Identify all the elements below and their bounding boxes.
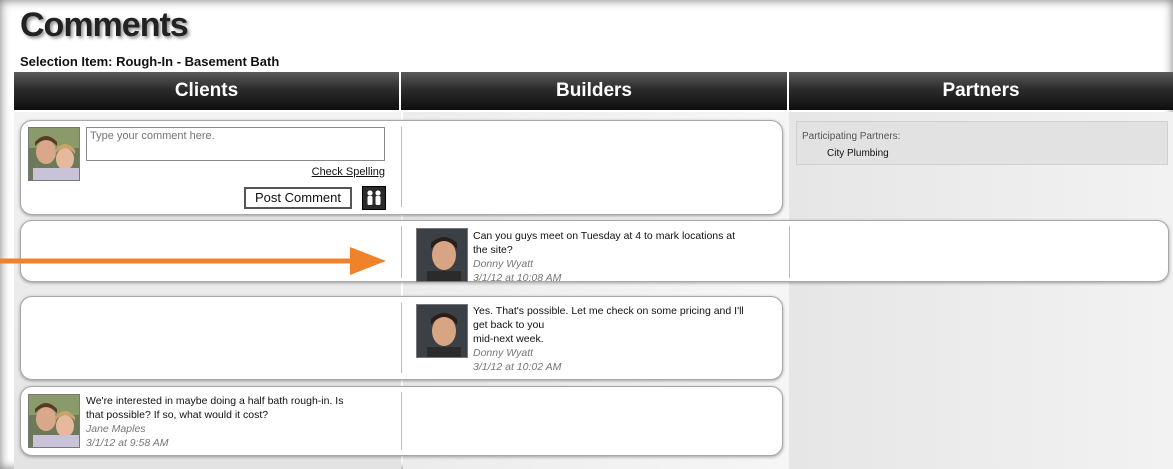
column-header-partners: Partners — [789, 72, 1173, 110]
client-avatar — [28, 394, 80, 448]
column-header-builders: Builders — [401, 72, 789, 110]
comment-author: Jane Maples — [86, 423, 146, 435]
comment-text-line: Can you guys meet on Tuesday at 4 to mar… — [473, 230, 736, 242]
comment-body: We're interested in maybe doing a half b… — [86, 394, 396, 450]
post-comment-button[interactable]: Post Comment — [244, 187, 352, 209]
page-title: Comments — [20, 6, 189, 44]
comment-timestamp: 3/1/12 at 10:08 AM — [473, 272, 562, 284]
comment-text-line: that possible? If so, what would it cost… — [86, 409, 269, 421]
row-divider — [789, 226, 790, 278]
comment-timestamp: 3/1/12 at 10:02 AM — [473, 361, 562, 373]
comment-body: Can you guys meet on Tuesday at 4 to mar… — [473, 229, 783, 285]
people-icon[interactable] — [362, 186, 386, 210]
column-header-clients: Clients — [14, 72, 401, 110]
comment-body: Yes. That's possible. Let me check on so… — [473, 304, 783, 374]
annotation-arrow — [0, 247, 386, 275]
row-divider — [401, 226, 402, 278]
partners-column — [789, 112, 1173, 469]
client-avatar — [28, 127, 80, 181]
builder-avatar — [416, 304, 468, 358]
participating-partners-label: Participating Partners: — [802, 131, 901, 142]
check-spelling-link[interactable]: Check Spelling — [312, 166, 385, 178]
row-divider — [401, 127, 402, 207]
selection-item-label: Selection Item: Rough-In - Basement Bath — [20, 54, 280, 69]
comment-input[interactable] — [86, 127, 385, 161]
row-divider — [401, 392, 402, 450]
comment-author: Donny Wyatt — [473, 258, 534, 270]
comment-text-line: get back to you — [473, 319, 545, 331]
comment-text-line: mid-next week. — [473, 333, 544, 345]
row-divider — [401, 303, 402, 373]
comments-page: Comments Selection Item: Rough-In - Base… — [0, 0, 1173, 469]
comment-timestamp: 3/1/12 at 9:58 AM — [86, 437, 169, 449]
partner-name: City Plumbing — [827, 148, 889, 159]
comment-text-line: Yes. That's possible. Let me check on so… — [473, 305, 744, 317]
comment-text-line: the site? — [473, 244, 513, 256]
builder-avatar — [416, 228, 468, 282]
comment-author: Donny Wyatt — [473, 347, 534, 359]
comment-text-line: We're interested in maybe doing a half b… — [86, 395, 344, 407]
